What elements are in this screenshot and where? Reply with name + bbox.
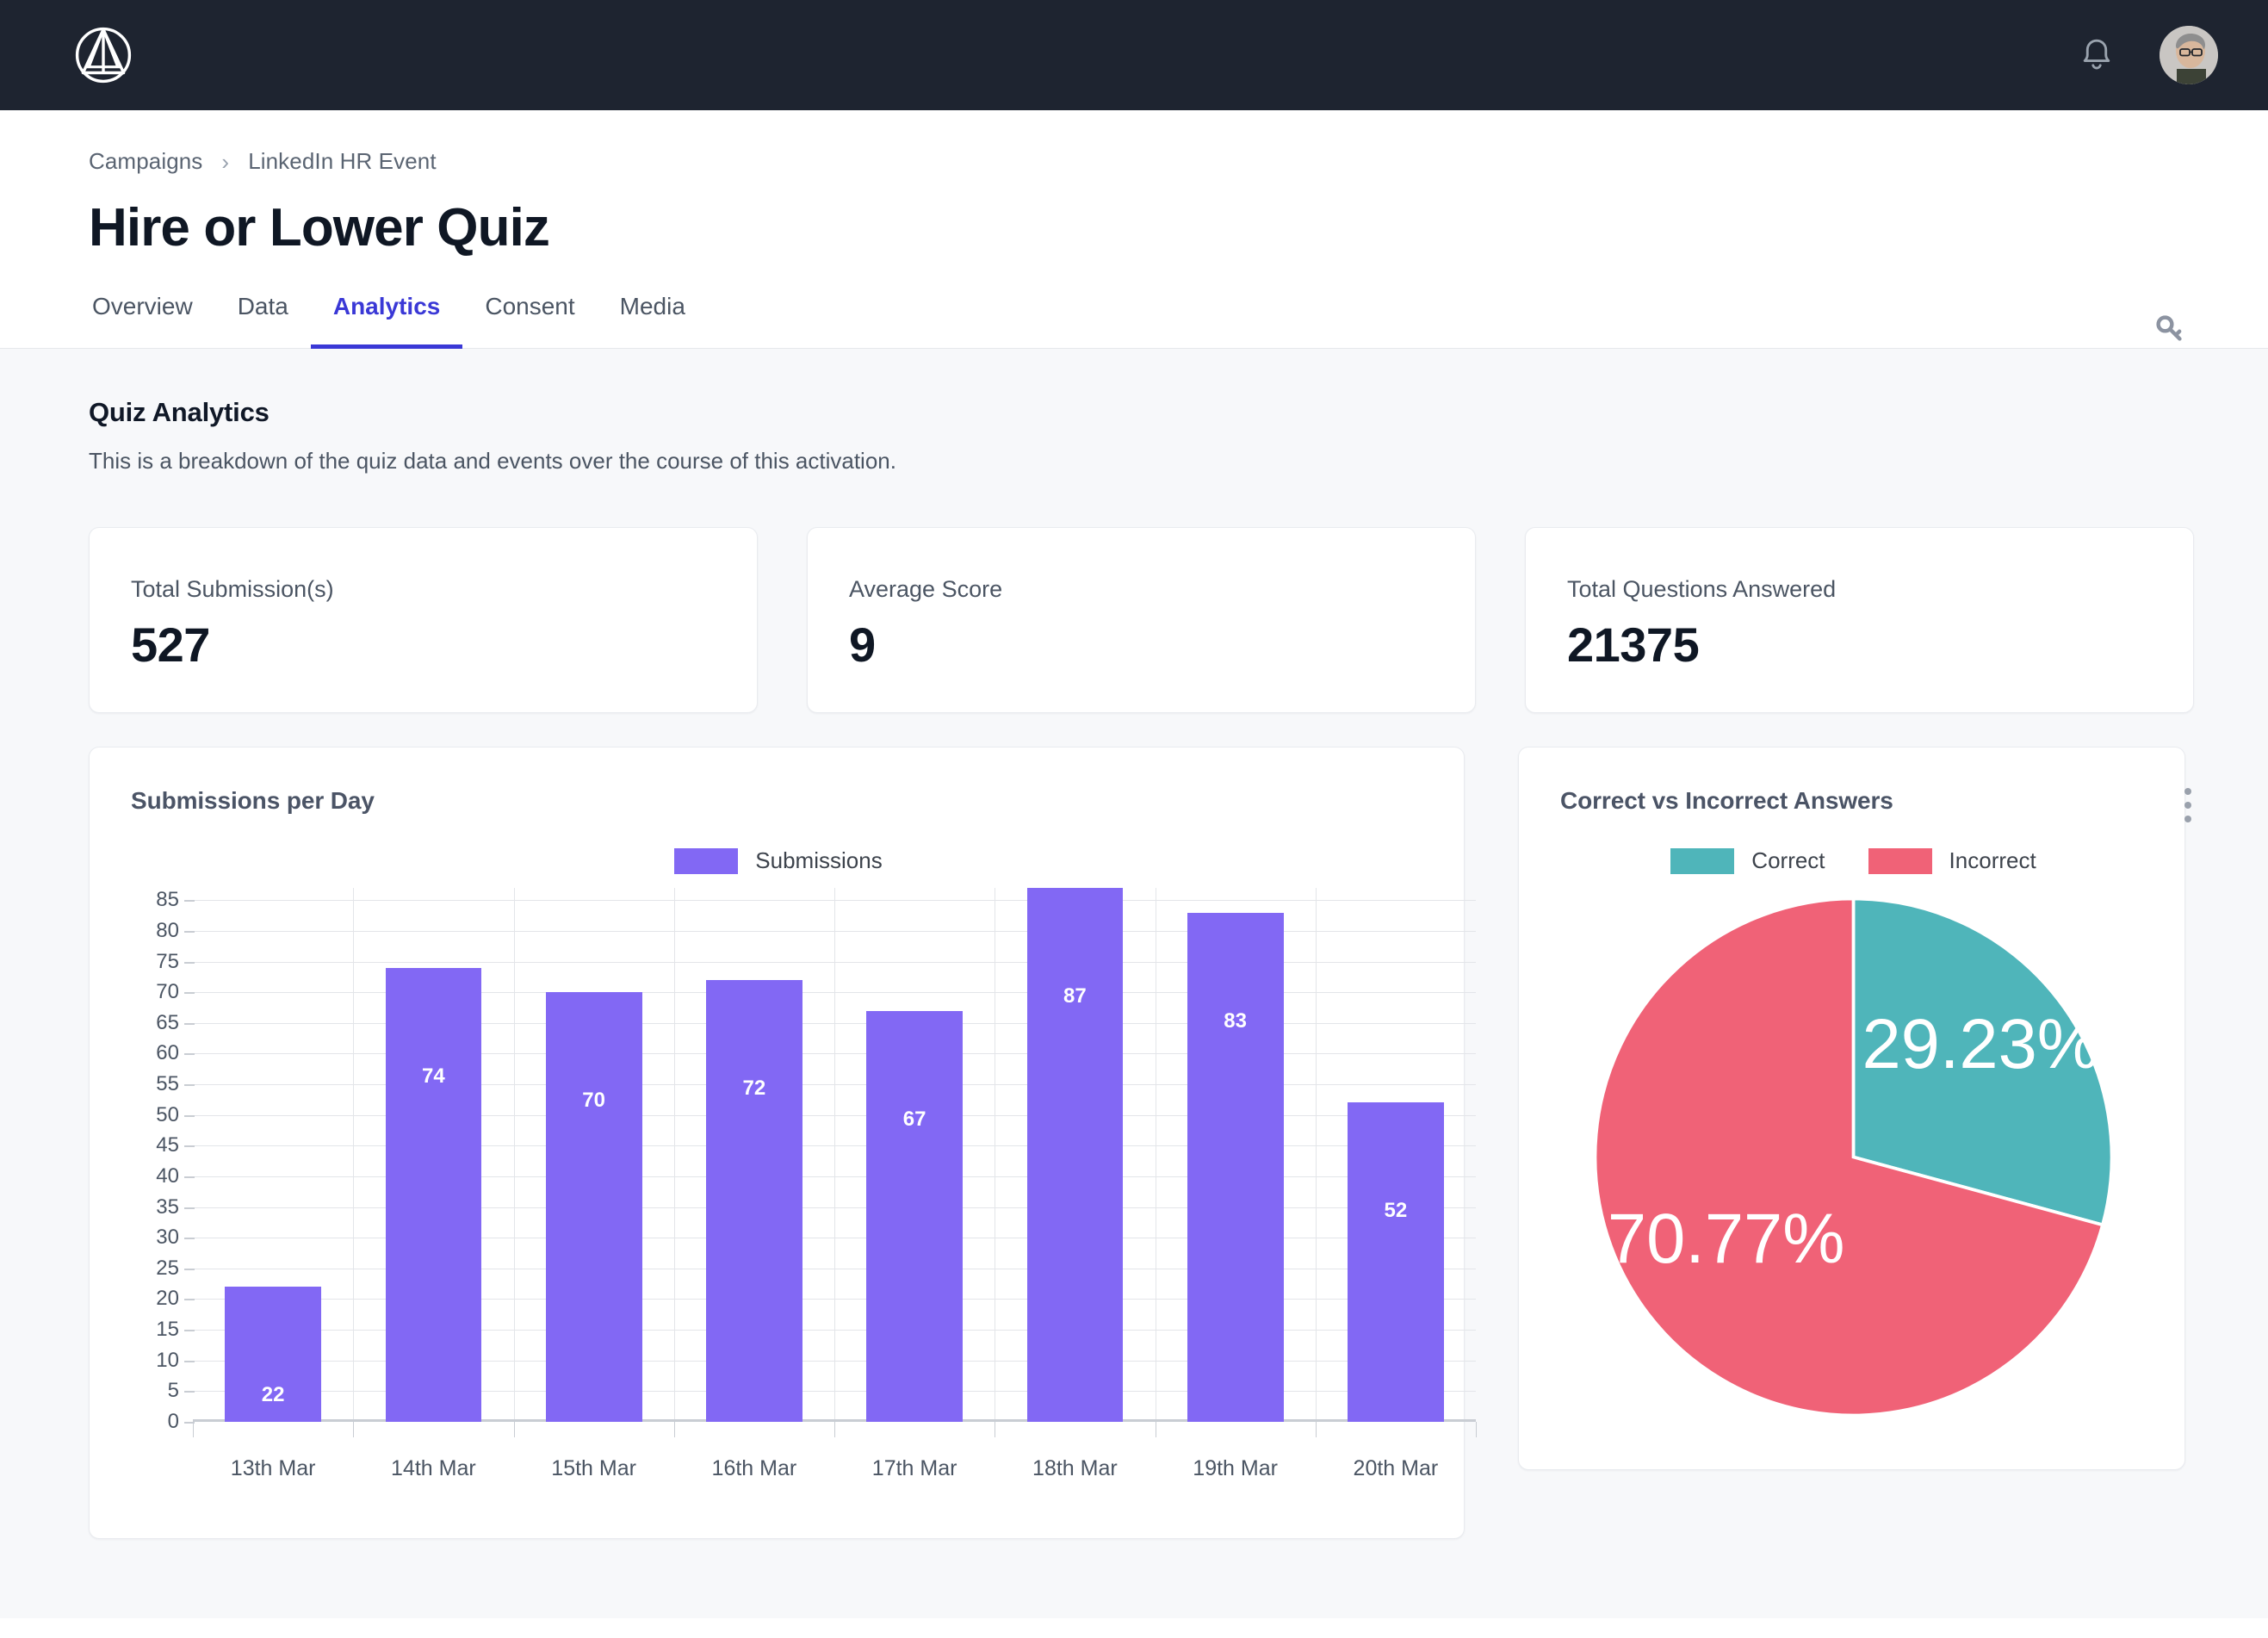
tab-consent[interactable]: Consent [462,293,597,349]
y-axis-tick-label: 50 [156,1102,179,1126]
stat-card-total-submissions: Total Submission(s) 527 [89,527,758,713]
y-axis-tick-label: 15 [156,1318,179,1342]
bar-19th-mar[interactable]: 83 [1187,912,1284,1422]
pie-value-label: 29.23% [1862,1005,2099,1083]
bar-value-label: 70 [582,1089,605,1113]
y-axis-tick-label: 80 [156,918,179,942]
bar-14th-mar[interactable]: 74 [385,967,482,1422]
legend-item-submissions[interactable]: Submissions [674,847,883,874]
section-title: Quiz Analytics [89,397,270,427]
y-axis-tick-label: 70 [156,980,179,1004]
chevron-right-icon: › [221,148,230,175]
x-axis-tick-label: 14th Mar [391,1456,476,1480]
bar-17th-mar[interactable]: 67 [866,1010,963,1422]
legend-label: Incorrect [1949,847,2036,873]
chart-title-bar: Submissions per Day [131,787,375,814]
page-header: Campaigns › LinkedIn HR Event Hire or Lo… [0,110,2268,349]
bar-value-label: 67 [902,1107,926,1131]
x-axis-tick-label: 18th Mar [1032,1456,1118,1480]
submissions-per-day-card: Submissions per Day Submissions 0 5 10 15 20… [89,747,1477,1539]
bar-16th-mar[interactable]: 72 [706,979,802,1422]
bar-chart-legend: Submissions [131,847,1426,874]
bar-value-label: 83 [1224,1008,1247,1033]
user-avatar[interactable] [2160,26,2218,84]
bar-15th-mar[interactable]: 70 [545,992,642,1422]
pie-value-label: 70.77% [1608,1200,1845,1278]
y-axis-tick-label: 25 [156,1256,179,1280]
legend-swatch-incorrect [1868,847,1932,874]
legend-item-incorrect[interactable]: Incorrect [1868,847,2036,874]
stat-card-average-score: Average Score 9 [807,527,1476,713]
y-axis-tick-label: 65 [156,1010,179,1034]
y-axis-tick-label: 35 [156,1194,179,1219]
stat-label: Total Questions Answered [1567,576,1837,602]
tab-overview[interactable]: Overview [70,293,215,349]
stat-card-row: Total Submission(s) 527 Average Score 9 … [89,527,2194,713]
breadcrumb: Campaigns › LinkedIn HR Event [89,148,2199,175]
x-axis-tick-label: 15th Mar [551,1456,636,1480]
stat-value: 9 [849,617,876,672]
stat-value: 527 [131,617,210,672]
legend-label: Correct [1751,847,1825,873]
more-options-icon[interactable] [2184,788,2192,822]
stat-label: Average Score [849,576,1003,602]
x-axis-tick-label: 20th Mar [1353,1456,1439,1480]
x-axis-tick-label: 16th Mar [711,1456,797,1480]
y-axis-tick-label: 20 [156,1287,179,1311]
topbar-actions [2077,26,2218,84]
section-subtitle: This is a breakdown of the quiz data and… [89,448,896,474]
y-axis-tick-label: 85 [156,888,179,912]
tab-media[interactable]: Media [598,293,708,349]
x-axis-tick-label: 13th Mar [230,1456,316,1480]
triangle-in-circle-logo[interactable] [71,22,136,88]
bar-chart-y-axis: 0 5 10 15 20 25 30 35 40 45 50 55 60 65 70 75 80 85 [131,888,179,1433]
x-axis-tick-label: 19th Mar [1193,1456,1278,1480]
notification-bell-icon[interactable] [2077,35,2116,75]
page-title: Hire or Lower Quiz [89,198,550,257]
bar-chart-bars: 22 74 70 72 67 87 83 52 [193,888,1476,1422]
tab-bar: Overview Data Analytics Consent Media [89,293,2199,349]
chart-row: Submissions per Day Submissions 0 5 10 15 20… [89,747,2194,1539]
chart-title-pie: Correct vs Incorrect Answers [1560,787,1893,814]
bar-value-label: 74 [422,1064,445,1088]
top-navigation-bar [0,0,2268,110]
legend-swatch-correct [1670,847,1735,874]
legend-item-correct[interactable]: Correct [1670,847,1825,874]
bar-13th-mar[interactable]: 22 [225,1287,321,1422]
bar-20th-mar[interactable]: 52 [1348,1102,1444,1422]
x-axis-tick-label: 17th Mar [871,1456,957,1480]
bar-value-label: 72 [742,1076,766,1100]
bar-chart-x-axis: 13th Mar 14th Mar 15th Mar 16th Mar 17th Mar… [193,1456,1476,1491]
y-axis-tick-label: 10 [156,1348,179,1372]
y-axis-tick-label: 55 [156,1072,179,1096]
y-axis-tick-label: 60 [156,1041,179,1065]
y-axis-tick-label: 30 [156,1225,179,1250]
stat-value: 21375 [1567,617,1700,672]
y-axis-tick-label: 45 [156,1133,179,1157]
legend-swatch-submissions [674,847,739,874]
bar-chart-plot: 0 5 10 15 20 25 30 35 40 45 50 55 60 65 70 75 80 85 22 74 7… [131,888,1477,1480]
stat-card-total-questions-answered: Total Questions Answered 21375 [1525,527,2194,713]
correct-vs-incorrect-card: Correct vs Incorrect Answers Correct Inc… [1518,747,2185,1470]
bar-value-label: 52 [1384,1199,1408,1223]
tab-analytics[interactable]: Analytics [310,293,463,349]
main-content: Quiz Analytics This is a breakdown of th… [0,349,2268,1618]
y-axis-tick-label: 5 [167,1379,179,1403]
pie-chart-plot: 29.23% 70.77% [1560,888,2147,1426]
legend-label: Submissions [755,847,883,873]
key-icon[interactable] [2151,310,2191,350]
bar-value-label: 87 [1063,984,1087,1008]
breadcrumb-current[interactable]: LinkedIn HR Event [248,148,437,175]
bar-18th-mar[interactable]: 87 [1026,888,1124,1422]
pie-chart-legend: Correct Incorrect [1560,847,2147,874]
y-axis-tick-label: 40 [156,1163,179,1188]
pie-chart-svg[interactable]: 29.23% 70.77% [1584,888,2122,1426]
tab-data[interactable]: Data [215,293,311,349]
stat-label: Total Submission(s) [131,576,334,602]
bar-value-label: 22 [261,1383,285,1407]
breadcrumb-parent[interactable]: Campaigns [89,148,202,175]
y-axis-tick-label: 0 [167,1410,179,1433]
y-axis-tick-label: 75 [156,949,179,973]
